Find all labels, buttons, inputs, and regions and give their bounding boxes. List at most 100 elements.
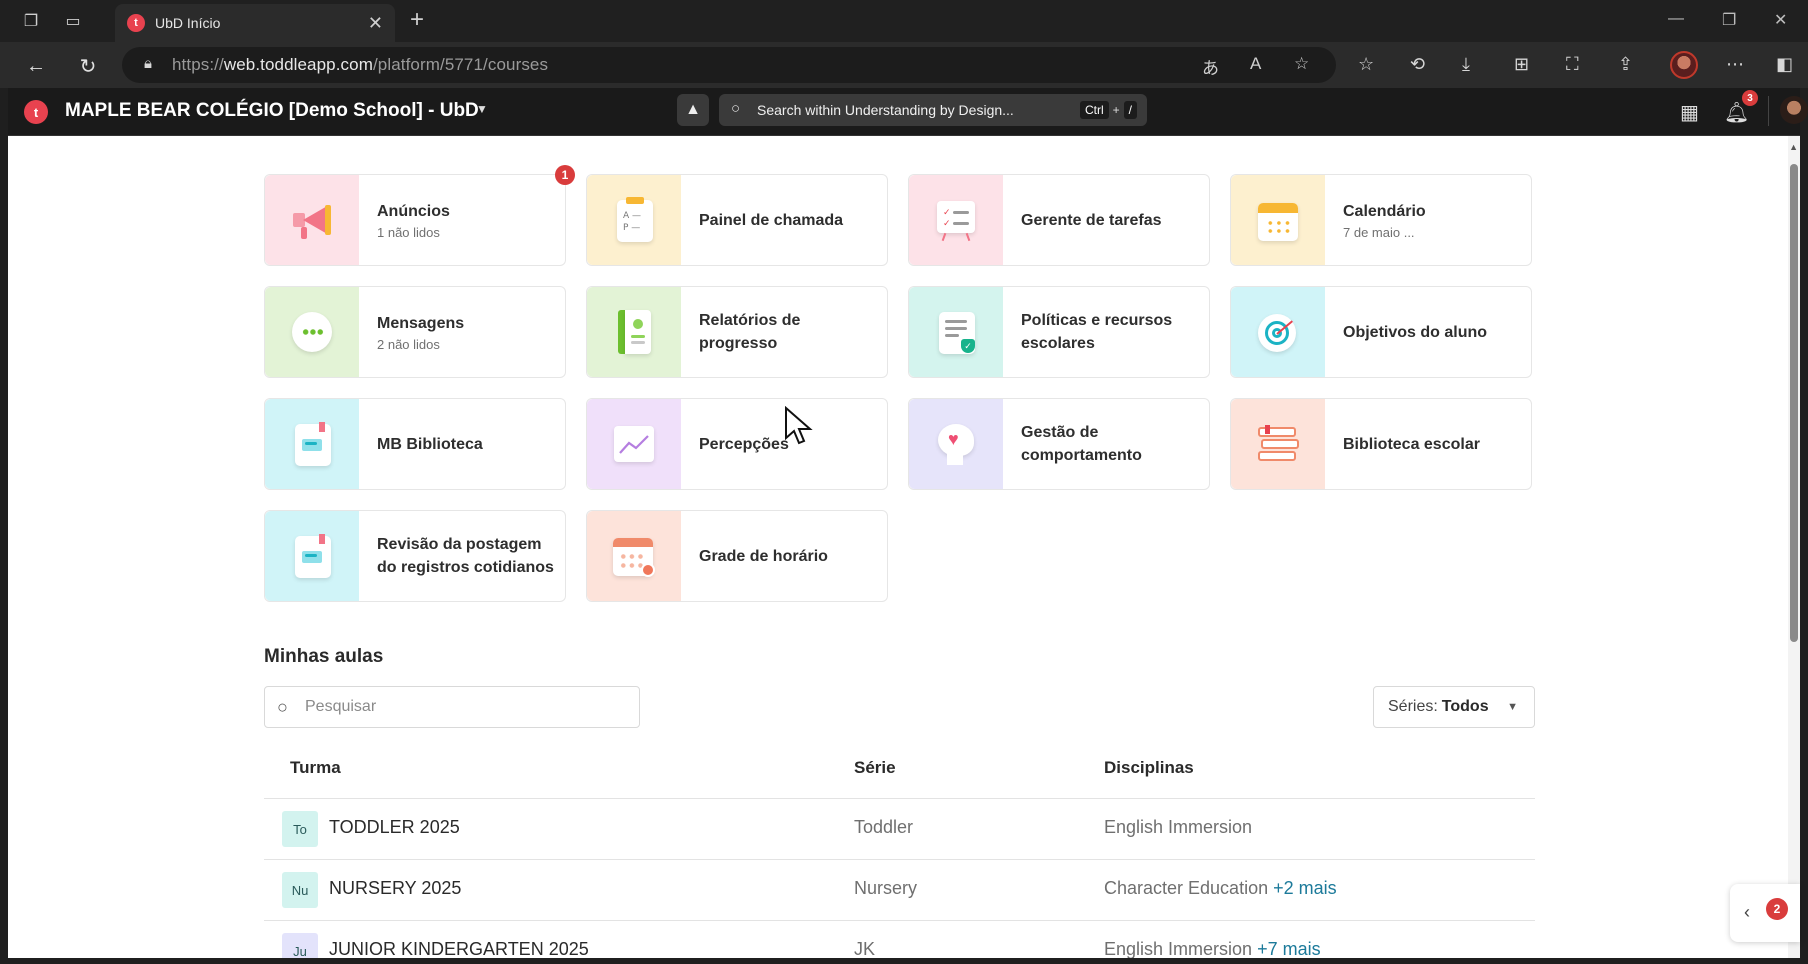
new-tab-icon[interactable]: + [410,8,424,32]
workspaces-icon[interactable]: ❐ [18,8,44,34]
tile-title: Painel de chamada [699,211,844,229]
notifications-badge: 3 [1742,90,1758,106]
global-search-input[interactable]: ○ Search within Understanding by Design.… [719,94,1147,126]
more-subjects-link[interactable]: +7 mais [1257,939,1321,958]
table-row[interactable]: Ju JUNIOR KINDERGARTEN 2025 JK English I… [264,921,1535,958]
browser-tab[interactable]: t UbD Início ✕ [115,4,395,42]
column-header-subjects: Disciplinas [1104,758,1194,777]
more-subjects-link[interactable]: +2 mais [1273,878,1337,898]
chevron-down-icon[interactable]: ▼ [476,102,488,116]
notebook-icon [289,421,335,467]
profile-avatar[interactable] [1670,51,1698,79]
rocket-icon[interactable]: ▲ [677,94,709,126]
tile-subtitle: 2 não lidos [377,337,440,352]
class-subjects: English Immersion [1104,817,1253,837]
grade-filter-label: Séries: [1388,698,1438,715]
chevron-left-icon: ‹ [1744,902,1750,922]
tile-text: Relatórios de progresso [699,287,879,377]
tile-title: Políticas e recursos escolares [1021,312,1173,352]
sidebar-toggle-icon[interactable]: ◧ [1776,54,1793,75]
scrollbar-thumb[interactable] [1790,164,1798,642]
main-content: ▲ Anúncios 1 não lidos 1 A — P — Painel … [8,136,1800,958]
tile-text: Gestão de comportamento [1021,399,1201,489]
mouse-cursor-icon [785,406,813,445]
table-row[interactable]: Nu NURSERY 2025 Nursery Character Educat… [264,860,1535,921]
column-header-grade: Série [854,758,896,777]
tile-announcements[interactable]: Anúncios 1 não lidos 1 [264,165,575,266]
tab-actions-icon[interactable]: ▭ [60,8,86,34]
class-name[interactable]: JUNIOR KINDERGARTEN 2025 [329,939,589,958]
scrollbar[interactable]: ▲ [1788,136,1800,958]
extensions-icon[interactable]: ⊞ [1514,54,1529,75]
favorites-icon[interactable]: ☆ [1358,54,1374,75]
class-search-input[interactable]: ○ Pesquisar [264,686,640,728]
tile-title: Revisão da postagem do registros cotidia… [377,536,554,576]
class-subjects: Character Education +2 mais [1104,878,1337,898]
downloads-icon[interactable]: ⤓ [1462,54,1470,75]
tile-messages[interactable]: Mensagens 2 não lidos [264,286,566,378]
back-icon[interactable]: ← [22,52,50,80]
restore-icon[interactable]: ❐ [1722,10,1736,30]
tile-art [587,287,681,377]
grade-filter-dropdown[interactable]: Séries: Todos ▼ [1373,686,1535,728]
policy-document-icon: ✓ [933,309,979,355]
lock-icon[interactable]: 🔒︎ [144,55,152,72]
share-icon[interactable]: ⇪ [1618,54,1633,75]
tile-school-policies[interactable]: ✓ Políticas e recursos escolares [908,286,1210,378]
report-book-icon [611,309,657,355]
tile-text: Mensagens 2 não lidos [377,287,557,377]
tile-insights[interactable]: Percepções [586,398,888,490]
table-row[interactable]: To TODDLER 2025 Toddler English Immersio… [264,799,1535,860]
scroll-up-icon[interactable]: ▲ [1789,142,1798,152]
screenshot-icon[interactable]: ⛶ [1566,54,1579,75]
user-avatar[interactable] [1780,96,1808,124]
tile-student-goals[interactable]: Objetivos do aluno [1230,286,1532,378]
tile-school-library[interactable]: Biblioteca escolar [1230,398,1532,490]
side-panel-toggle[interactable]: ‹ 2 [1730,884,1800,942]
unread-badge: 1 [555,165,575,185]
tile-mb-library[interactable]: MB Biblioteca [264,398,566,490]
tile-title: MB Biblioteca [377,435,483,453]
read-aloud-icon[interactable]: A [1250,54,1261,74]
tile-calendar[interactable]: Calendário 7 de maio ... [1230,174,1532,266]
translate-icon[interactable]: あ [1202,54,1219,79]
minimize-icon[interactable]: — [1668,10,1684,28]
tile-text: MB Biblioteca [377,399,557,489]
chat-bubble-icon [289,309,335,355]
close-window-icon[interactable]: ✕ [1774,10,1787,30]
tile-title: Grade de horário [699,547,828,565]
class-grade: JK [854,939,876,958]
tile-title: Relatórios de progresso [699,312,801,352]
calendar-icon[interactable]: ▦ [1680,100,1699,125]
tile-behavior-management[interactable]: ♥ Gestão de comportamento [908,398,1210,490]
tile-attendance[interactable]: A — P — Painel de chamada [586,174,888,266]
class-name[interactable]: NURSERY 2025 [329,878,461,899]
tile-art: ✓ [909,287,1003,377]
tile-title: Objetivos do aluno [1343,323,1488,341]
url-field[interactable]: 🔒︎ https://web.toddleapp.com/platform/57… [122,47,1336,83]
more-menu-icon[interactable]: ⋯ [1726,54,1744,75]
address-bar-row: ← ↻ 🔒︎ https://web.toddleapp.com/platfor… [0,42,1808,88]
class-avatar-chip: To [282,811,318,847]
class-search-placeholder: Pesquisar [305,698,377,715]
close-tab-icon[interactable]: ✕ [368,13,383,34]
tile-daily-records-review[interactable]: Revisão da postagem do registros cotidia… [264,510,566,602]
tile-art [265,287,359,377]
tile-task-manager[interactable]: ✓ ✓ Gerente de tarefas [908,174,1210,266]
tile-art: ✓ ✓ [909,175,1003,265]
class-subjects: English Immersion +7 mais [1104,939,1321,958]
history-icon[interactable]: ⟲ [1410,54,1425,75]
favorite-star-icon[interactable]: ☆ [1294,54,1309,74]
megaphone-icon [289,197,335,243]
tile-text: Revisão da postagem do registros cotidia… [377,511,557,601]
tile-text: Gerente de tarefas [1021,175,1201,265]
refresh-icon[interactable]: ↻ [74,52,102,80]
tile-progress-reports[interactable]: Relatórios de progresso [586,286,888,378]
toddle-logo-icon[interactable]: t [24,100,48,124]
tile-title: Anúncios [377,203,450,220]
calendar-icon [1255,197,1301,243]
school-name[interactable]: MAPLE BEAR COLÉGIO [Demo School] - UbD [65,100,479,122]
class-name[interactable]: TODDLER 2025 [329,817,460,838]
attendance-clipboard-icon: A — P — [611,197,657,243]
tile-timetable[interactable]: Grade de horário [586,510,888,602]
